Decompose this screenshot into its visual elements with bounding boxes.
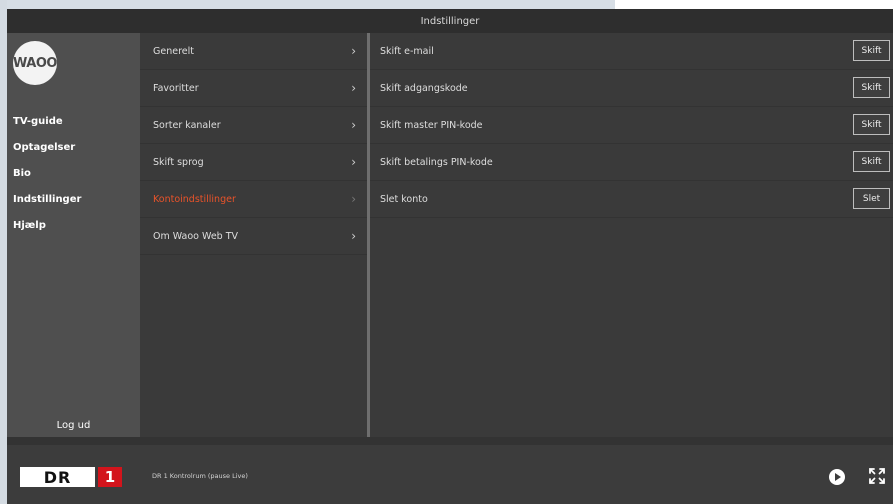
- account-setting-row: Slet konto Slet: [370, 181, 893, 218]
- now-playing-text: DR 1 Kontrolrum (pause Live): [152, 472, 248, 480]
- sidebar-item-hjaelp[interactable]: Hjælp: [13, 219, 81, 245]
- browser-frame-top-right: [615, 0, 893, 9]
- chevron-right-icon: ›: [351, 192, 356, 206]
- chevron-right-icon: ›: [351, 118, 356, 132]
- player-bar: DR 1 DR 1 Kontrolrum (pause Live): [7, 437, 893, 504]
- settings-menu-item[interactable]: Skift sprog ›: [140, 144, 367, 181]
- sidebar-nav: TV-guide Optagelser Bio Indstillinger Hj…: [13, 115, 81, 245]
- sidebar-item-optagelser[interactable]: Optagelser: [13, 141, 81, 167]
- account-setting-label: Skift adgangskode: [380, 82, 468, 94]
- fullscreen-icon[interactable]: [868, 467, 886, 485]
- waoo-logo[interactable]: WAOO: [13, 41, 57, 85]
- chevron-right-icon: ›: [351, 155, 356, 169]
- settings-menu: Generelt › Favoritter › Sorter kanaler ›…: [140, 33, 367, 437]
- settings-menu-item-label: Skift sprog: [153, 156, 204, 168]
- account-setting-label: Skift master PIN-kode: [380, 119, 483, 131]
- player-progress-strip: [7, 437, 893, 445]
- account-setting-label: Slet konto: [380, 193, 428, 205]
- account-settings-panel: Skift e-mail Skift Skift adgangskode Ski…: [370, 33, 893, 437]
- settings-menu-item-label: Om Waoo Web TV: [153, 230, 239, 242]
- settings-menu-item-label: Favoritter: [153, 82, 199, 94]
- account-setting-row: Skift master PIN-kode Skift: [370, 107, 893, 144]
- chevron-right-icon: ›: [351, 229, 356, 243]
- account-setting-label: Skift e-mail: [380, 45, 434, 57]
- account-setting-row: Skift e-mail Skift: [370, 33, 893, 70]
- channel-name: DR: [20, 467, 95, 487]
- play-icon[interactable]: [829, 469, 845, 485]
- settings-menu-item-label: Kontoindstillinger: [153, 193, 236, 205]
- browser-frame-left: [0, 0, 7, 504]
- settings-menu-item-label: Generelt: [153, 45, 194, 57]
- window-title: Indstillinger: [7, 9, 893, 33]
- change-email-button[interactable]: Skift: [853, 40, 890, 61]
- logout-link[interactable]: Log ud: [7, 420, 140, 431]
- chevron-right-icon: ›: [351, 81, 356, 95]
- settings-menu-item[interactable]: Generelt ›: [140, 33, 367, 70]
- account-setting-row: Skift betalings PIN-kode Skift: [370, 144, 893, 181]
- settings-menu-item[interactable]: Om Waoo Web TV ›: [140, 218, 367, 255]
- sidebar-item-bio[interactable]: Bio: [13, 167, 81, 193]
- change-master-pin-button[interactable]: Skift: [853, 114, 890, 135]
- change-payment-pin-button[interactable]: Skift: [853, 151, 890, 172]
- settings-menu-item-active[interactable]: Kontoindstillinger ›: [140, 181, 367, 218]
- account-setting-label: Skift betalings PIN-kode: [380, 156, 493, 168]
- app-window: Indstillinger WAOO TV-guide Optagelser B…: [7, 9, 893, 504]
- sidebar: WAOO TV-guide Optagelser Bio Indstilling…: [7, 33, 140, 437]
- settings-menu-item-label: Sorter kanaler: [153, 119, 221, 131]
- account-setting-row: Skift adgangskode Skift: [370, 70, 893, 107]
- sidebar-item-indstillinger[interactable]: Indstillinger: [13, 193, 81, 219]
- channel-number: 1: [98, 467, 122, 487]
- settings-menu-item[interactable]: Favoritter ›: [140, 70, 367, 107]
- chevron-right-icon: ›: [351, 44, 356, 58]
- sidebar-item-tv-guide[interactable]: TV-guide: [13, 115, 81, 141]
- delete-account-button[interactable]: Slet: [853, 188, 890, 209]
- channel-logo: DR 1: [20, 467, 122, 487]
- settings-menu-item[interactable]: Sorter kanaler ›: [140, 107, 367, 144]
- change-password-button[interactable]: Skift: [853, 77, 890, 98]
